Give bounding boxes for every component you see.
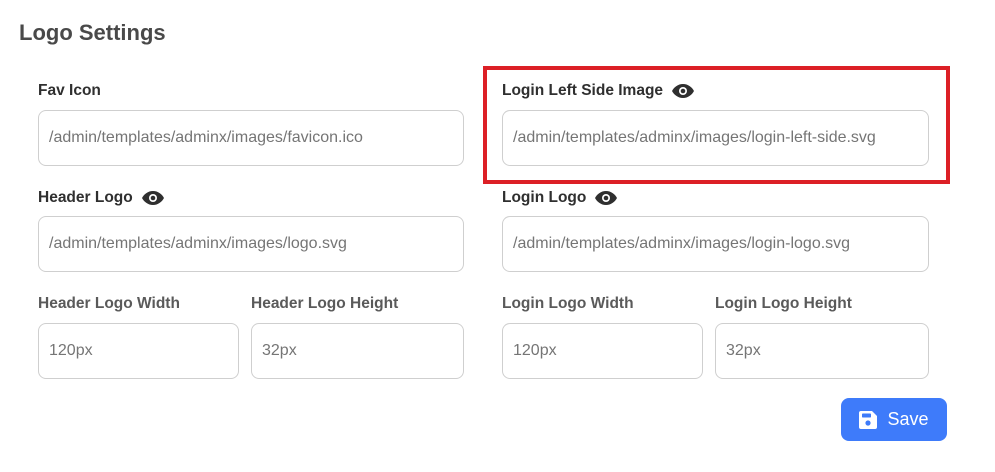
header-logo-label: Header Logo (38, 189, 164, 207)
header-logo-width-input[interactable] (38, 323, 239, 379)
login-logo-width-label: Login Logo Width (502, 295, 634, 313)
login-logo-height-input[interactable] (715, 323, 929, 379)
save-button-label: Save (887, 409, 929, 429)
save-button[interactable]: Save (841, 398, 947, 441)
header-logo-width-label-text: Header Logo Width (38, 295, 180, 312)
header-logo-label-text: Header Logo (38, 189, 133, 206)
login-logo-input[interactable] (502, 216, 929, 272)
header-logo-input[interactable] (38, 216, 464, 272)
header-logo-height-label-text: Header Logo Height (251, 295, 399, 312)
header-logo-height-label: Header Logo Height (251, 295, 398, 313)
highlight-box (483, 66, 950, 184)
login-logo-height-label: Login Logo Height (715, 295, 852, 313)
header-logo-preview-eye-icon[interactable] (141, 191, 164, 205)
header-logo-width-label: Header Logo Width (38, 295, 180, 313)
login-logo-width-input[interactable] (502, 323, 703, 379)
login-logo-label: Login Logo (502, 189, 618, 207)
login-logo-label-text: Login Logo (502, 189, 587, 206)
fav-icon-label: Fav Icon (38, 82, 101, 100)
floppy-disk-icon (859, 410, 878, 429)
login-logo-width-label-text: Login Logo Width (502, 295, 634, 312)
login-logo-height-label-text: Login Logo Height (715, 295, 852, 312)
login-logo-preview-eye-icon[interactable] (595, 191, 618, 205)
page-title: Logo Settings (19, 20, 166, 45)
fav-icon-input[interactable] (38, 110, 464, 166)
fav-icon-label-text: Fav Icon (38, 82, 101, 99)
header-logo-height-input[interactable] (251, 323, 464, 379)
